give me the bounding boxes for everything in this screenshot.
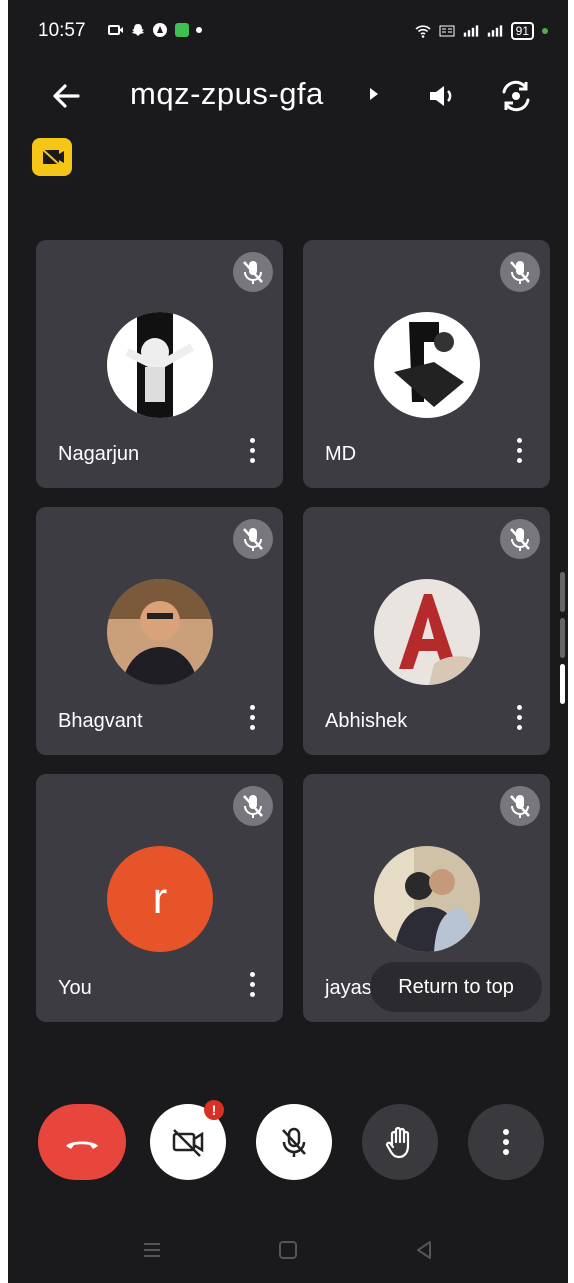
scrollbar-thumb[interactable]: [560, 664, 565, 704]
participant-tile-self[interactable]: r You: [36, 774, 283, 1022]
avatar: [107, 579, 213, 685]
camera-off-icon: [40, 147, 64, 169]
participant-name: Nagarjun: [58, 443, 140, 465]
camera-toggle-button[interactable]: !: [150, 1100, 226, 1180]
scrollbar-track-segment: [560, 618, 565, 658]
participant-name: Bhagvant: [58, 710, 143, 732]
status-icons-right: 91: [415, 22, 548, 40]
more-vertical-icon: [503, 1129, 509, 1155]
mic-off-icon: [233, 519, 273, 559]
mic-off-icon: [500, 519, 540, 559]
participant-name: You: [58, 977, 92, 999]
system-navigation-bar: [8, 1230, 568, 1270]
avatar: [374, 579, 480, 685]
avatar: [374, 846, 480, 952]
participant-name: MD: [325, 443, 357, 465]
more-options-button[interactable]: [468, 1104, 544, 1180]
mic-off-icon: [233, 786, 273, 826]
green-app-icon: [175, 23, 189, 37]
cast-icon: [108, 25, 123, 35]
return-to-top-button[interactable]: Return to top: [370, 962, 542, 1012]
recent-apps-icon[interactable]: [140, 1238, 164, 1262]
back-icon[interactable]: [412, 1238, 436, 1262]
participant-tile[interactable]: Bhagvant: [36, 507, 283, 755]
volte-icon: [439, 25, 455, 37]
more-options-icon[interactable]: [247, 972, 257, 1002]
participant-tile[interactable]: Nagarjun: [36, 240, 283, 488]
camera-alert-badge: !: [204, 1100, 224, 1120]
camera-off-icon: [172, 1129, 204, 1157]
home-icon[interactable]: [276, 1238, 300, 1262]
speaker-icon[interactable]: [426, 80, 458, 112]
recording-off-badge[interactable]: [32, 138, 72, 176]
avatar: [107, 312, 213, 418]
notification-dot: [196, 27, 202, 33]
status-bar: 10:57 91: [38, 20, 548, 48]
app-icon: [153, 23, 167, 37]
phone-hangup-icon: [66, 1141, 98, 1149]
mic-off-icon: [233, 252, 273, 292]
meeting-code[interactable]: mqz-zpus-gfa: [130, 76, 324, 112]
meeting-details-arrow-icon[interactable]: [370, 88, 378, 100]
microphone-toggle-button[interactable]: [256, 1104, 332, 1180]
meeting-top-bar: mqz-zpus-gfa: [8, 72, 568, 122]
wifi-icon: [415, 25, 431, 38]
participant-name: jayas: [325, 977, 372, 999]
more-options-icon[interactable]: [514, 438, 524, 468]
participant-tile[interactable]: MD: [303, 240, 550, 488]
phone-screen: 10:57 91 mqz-zpus-gfa Nagarjun MD Bhagva…: [8, 0, 568, 1283]
snapchat-icon: [132, 24, 144, 36]
mic-off-icon: [500, 252, 540, 292]
signal-icon-2: [487, 25, 502, 37]
more-options-icon[interactable]: [247, 438, 257, 468]
hand-icon: [385, 1126, 410, 1159]
end-call-button[interactable]: [38, 1104, 126, 1180]
back-arrow-icon[interactable]: [48, 78, 84, 114]
avatar: [374, 312, 480, 418]
status-icons-left: [108, 22, 202, 38]
status-time: 10:57: [38, 20, 86, 41]
avatar-letter: r: [152, 874, 168, 923]
privacy-dot: [542, 28, 548, 34]
mic-off-icon: [500, 786, 540, 826]
scrollbar-track-segment: [560, 572, 565, 612]
switch-camera-icon[interactable]: [498, 78, 534, 114]
signal-icon: [463, 25, 478, 37]
participant-tile[interactable]: Abhishek: [303, 507, 550, 755]
avatar-initial: r: [107, 846, 213, 952]
more-options-icon[interactable]: [247, 705, 257, 735]
more-options-icon[interactable]: [514, 705, 524, 735]
mic-off-icon: [282, 1127, 306, 1157]
participant-name: Abhishek: [325, 710, 408, 732]
battery-indicator: 91: [510, 22, 534, 40]
raise-hand-button[interactable]: [362, 1104, 438, 1180]
